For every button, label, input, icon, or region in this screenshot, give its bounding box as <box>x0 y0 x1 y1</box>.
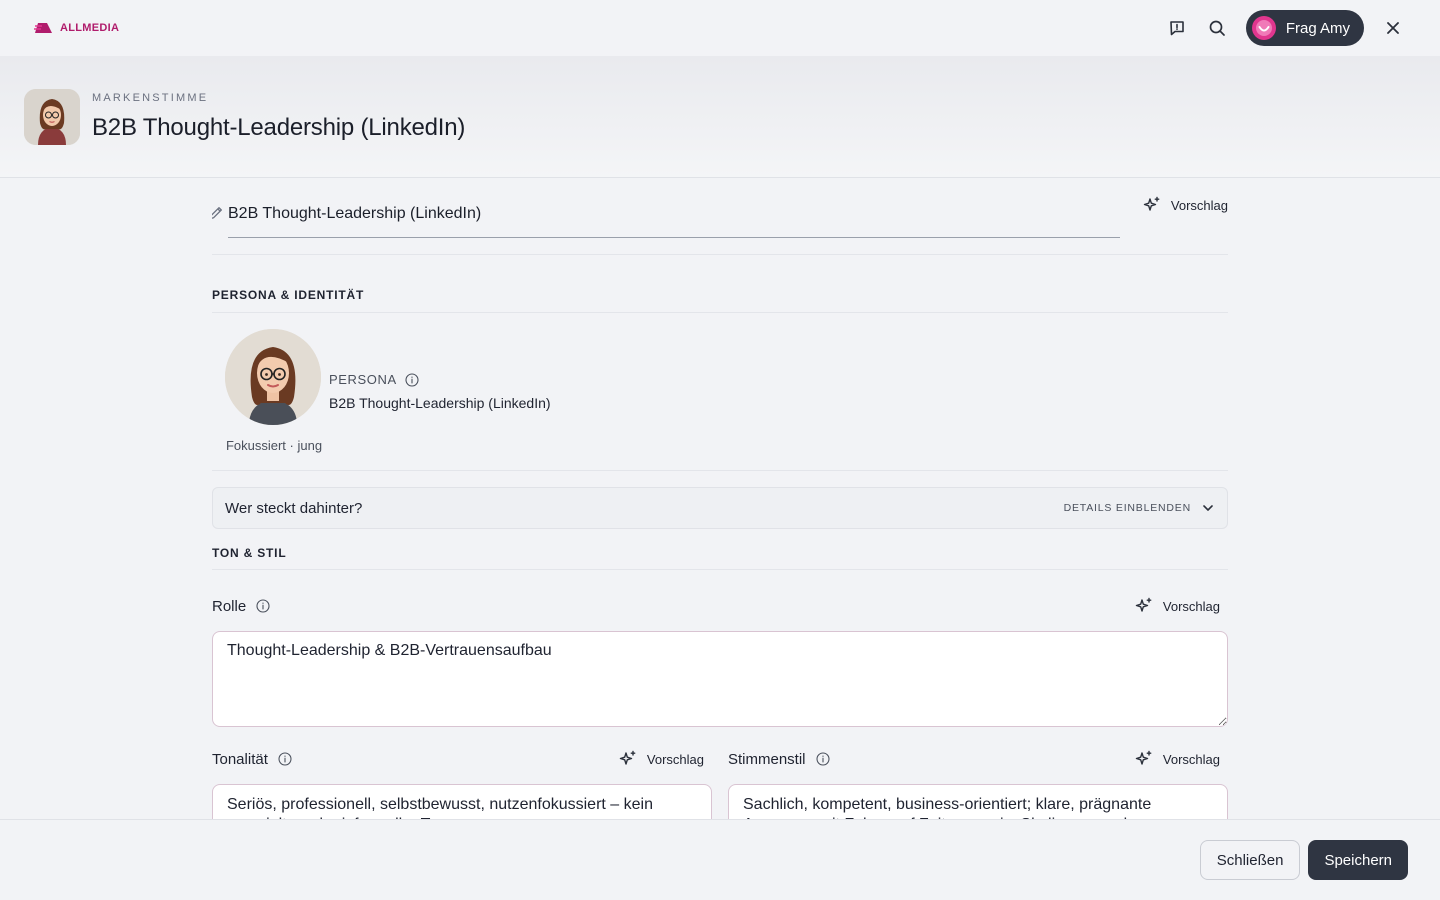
rolle-suggest-button[interactable]: Vorschlag <box>1135 597 1228 615</box>
info-icon[interactable] <box>815 752 830 766</box>
logo-icon <box>34 23 52 33</box>
info-icon[interactable] <box>256 599 270 613</box>
rolle-textarea[interactable]: Thought-Leadership & B2B-Vertrauensaufba… <box>212 631 1228 727</box>
message-icon <box>1170 21 1184 36</box>
sparkle-icon <box>619 750 636 765</box>
ask-amy-label: Frag Amy <box>1285 19 1350 37</box>
stimmenstil-label: Stimmenstil <box>728 750 806 768</box>
info-icon[interactable] <box>405 372 419 387</box>
form-content: Vorschlag PERSONA & IDENTITÄT <box>212 178 1228 819</box>
ask-amy-button[interactable]: Frag Amy <box>1245 10 1364 46</box>
name-suggest-button[interactable]: Vorschlag <box>1143 196 1228 214</box>
page-header: MARKENSTIMME B2B Thought-Leadership (Lin… <box>0 56 1440 178</box>
persona-sub: Fokussiert · jung <box>225 438 323 453</box>
persona-label: PERSONA <box>329 372 551 387</box>
rolle-suggest-label: Vorschlag <box>1162 598 1220 614</box>
persona-avatar-image <box>24 88 80 145</box>
logo[interactable]: ALLMEDIA <box>34 21 119 35</box>
pencil-icon <box>212 207 222 219</box>
save-button[interactable]: Speichern <box>1308 840 1408 880</box>
dialog-footer: Schließen Speichern <box>0 819 1440 900</box>
stimmenstil-suggest-button[interactable]: Vorschlag <box>1135 750 1228 768</box>
info-icon[interactable] <box>278 752 292 766</box>
tonalitaet-field: Tonalität Vorschlag Seriös, professionel… <box>212 748 712 819</box>
tonalitaet-textarea[interactable]: Seriös, professionell, selbstbewusst, nu… <box>212 784 712 819</box>
stimmenstil-textarea[interactable]: Sachlich, kompetent, business-orientiert… <box>728 784 1228 819</box>
tonalitaet-label: Tonalität <box>212 750 268 768</box>
persona-avatar <box>24 88 80 145</box>
page-eyebrow: MARKENSTIMME <box>92 91 209 104</box>
persona-block: Fokussiert · jung PERSONA B2B Thought-Le… <box>212 313 1228 471</box>
persona-section-title: PERSONA & IDENTITÄT <box>212 288 365 302</box>
sparkle-icon <box>1135 597 1152 612</box>
persona-photo-image <box>225 329 321 425</box>
sparkle-icon <box>1143 196 1160 211</box>
amy-avatar-icon <box>1251 16 1276 40</box>
style-section-title: TON & STIL <box>212 546 287 560</box>
logo-text: ALLMEDIA <box>60 22 120 34</box>
stimmenstil-field: Stimmenstil Vorschlag Sachlich, kompeten… <box>728 748 1228 819</box>
chevron-down-icon <box>1203 505 1213 511</box>
style-section-header: TON & STIL <box>212 529 1228 570</box>
stimmenstil-suggest-label: Vorschlag <box>1162 751 1220 767</box>
close-icon <box>1387 22 1399 34</box>
name-row: Vorschlag <box>212 178 1228 255</box>
search-button[interactable] <box>1202 13 1232 43</box>
close-button[interactable]: Schließen <box>1199 840 1301 880</box>
close-dialog-button[interactable] <box>1378 13 1408 43</box>
name-suggest-label: Vorschlag <box>1170 197 1228 213</box>
rolle-label: Rolle <box>212 597 247 615</box>
sparkle-icon <box>1135 750 1152 765</box>
page-title: B2B Thought-Leadership (LinkedIn) <box>92 113 466 141</box>
details-accordion[interactable]: Wer steckt dahinter? DETAILS EINBLENDEN <box>212 487 1228 529</box>
persona-label-text: PERSONA <box>329 372 397 387</box>
persona-photo <box>225 329 321 425</box>
persona-name: B2B Thought-Leadership (LinkedIn) <box>329 395 551 411</box>
voice-name-input[interactable] <box>228 191 1120 238</box>
tonalitaet-suggest-button[interactable]: Vorschlag <box>619 750 712 768</box>
feedback-button[interactable] <box>1162 13 1192 43</box>
persona-section-header: PERSONA & IDENTITÄT <box>212 255 1228 313</box>
search-icon <box>1209 20 1225 36</box>
accordion-title: Wer steckt dahinter? <box>225 499 363 517</box>
accordion-toggle-label: DETAILS EINBLENDEN <box>1063 502 1191 514</box>
rolle-field: Rolle Vorschlag Thought-Leadership & B2B… <box>212 595 1228 732</box>
top-bar: ALLMEDIA Frag Amy <box>0 0 1440 56</box>
tonalitaet-suggest-label: Vorschlag <box>646 751 704 767</box>
